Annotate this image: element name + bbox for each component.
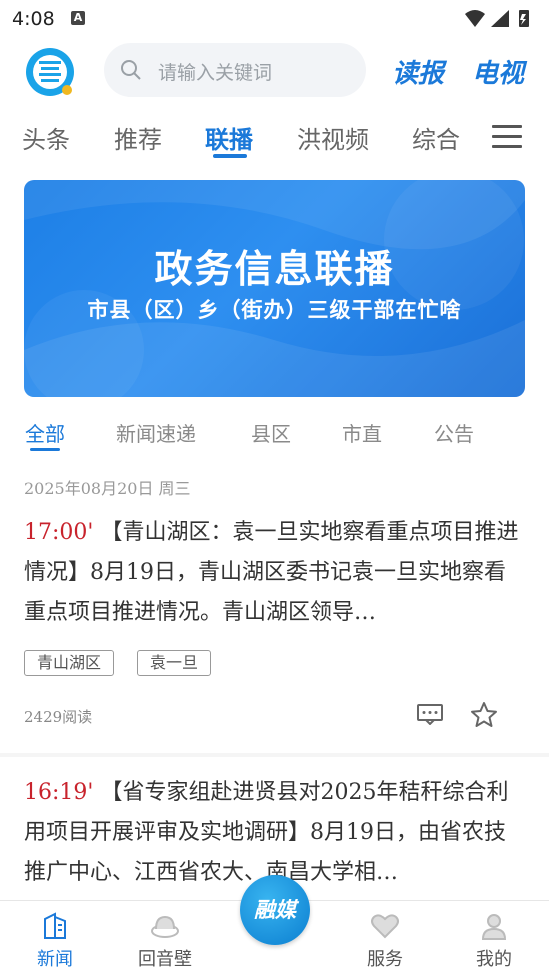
media-center-button[interactable]: 融媒: [240, 875, 310, 945]
news-time: 17:00': [24, 520, 94, 545]
news-card[interactable]: 2025年08月20日 周三 17:00' 【青山湖区：袁一旦实地察看重点项目推…: [0, 455, 549, 753]
bottom-navigation: 新闻 回音壁 融媒 服务 我的: [0, 875, 549, 977]
active-tab-indicator: [213, 154, 247, 158]
search-bar[interactable]: 请输入关键词: [104, 43, 366, 97]
subtab-all[interactable]: 全部: [25, 418, 65, 447]
echo-wall-icon: [151, 915, 179, 938]
user-icon: [481, 914, 507, 940]
notification-icon: A: [71, 11, 85, 25]
search-placeholder: 请输入关键词: [158, 62, 273, 84]
nav-label: 服务: [367, 949, 403, 970]
nav-label: 回音壁: [138, 949, 192, 970]
nav-mine[interactable]: 我的: [449, 901, 539, 977]
news-tag[interactable]: 袁一旦: [137, 650, 212, 676]
status-time: 4:08: [12, 8, 55, 30]
nav-news[interactable]: 新闻: [10, 901, 100, 977]
comment-icon[interactable]: [416, 703, 444, 725]
channel-tabs: 头条 推荐 联播 洪视频 综合: [0, 110, 549, 162]
menu-icon[interactable]: [492, 125, 522, 149]
tab-hong-video[interactable]: 洪视频: [297, 120, 369, 155]
tab-recommend[interactable]: 推荐: [114, 120, 162, 155]
tv-button[interactable]: 电视: [472, 53, 524, 90]
news-tag[interactable]: 青山湖区: [24, 650, 115, 676]
status-bar: 4:08 A: [0, 0, 549, 38]
tab-general[interactable]: 综合: [412, 120, 460, 155]
favorite-star-icon[interactable]: [470, 701, 498, 729]
news-body[interactable]: 17:00' 【青山湖区：袁一旦实地察看重点项目推进情况】8月19日，青山湖区委…: [24, 513, 524, 633]
app-logo[interactable]: [24, 46, 76, 98]
news-text: 【省专家组赴进贤县对2025年秸秆综合利用项目开展评审及实地调研】8月19日，由…: [24, 780, 509, 885]
feed-date: 2025年08月20日 周三: [24, 479, 191, 498]
nav-echo-wall[interactable]: 回音壁: [120, 901, 210, 977]
subtab-news-express[interactable]: 新闻速递: [116, 418, 196, 447]
sub-tabs: 全部 新闻速递 县区 市直 公告: [0, 412, 549, 454]
read-count: 2429阅读: [24, 708, 93, 726]
subtab-notices[interactable]: 公告: [434, 418, 474, 447]
subtab-counties[interactable]: 县区: [251, 418, 291, 447]
app-header: 请输入关键词 读报 电视: [0, 38, 549, 108]
signal-icon: [491, 10, 509, 27]
subtab-city-depts[interactable]: 市直: [342, 418, 382, 447]
wifi-icon: [465, 10, 485, 27]
heart-icon: [371, 914, 399, 939]
active-subtab-indicator: [30, 448, 60, 451]
nav-label: 新闻: [37, 949, 73, 970]
banner[interactable]: 政务信息联播 市县（区）乡（街办）三级干部在忙啥: [24, 180, 525, 397]
banner-title: 政务信息联播: [154, 247, 395, 291]
battery-icon: [519, 10, 529, 27]
nav-label: 我的: [476, 949, 512, 970]
news-feed: 2025年08月20日 周三 17:00' 【青山湖区：袁一旦实地察看重点项目推…: [0, 455, 549, 900]
news-time: 16:19': [24, 780, 94, 805]
system-status-icons: [465, 10, 529, 27]
banner-subtitle: 市县（区）乡（街办）三级干部在忙啥: [87, 298, 462, 322]
tab-lianbo[interactable]: 联播: [205, 120, 253, 155]
read-paper-button[interactable]: 读报: [392, 53, 444, 90]
news-text: 【青山湖区：袁一旦实地察看重点项目推进情况】8月19日，青山湖区委书记袁一旦实地…: [24, 520, 519, 625]
nav-services[interactable]: 服务: [340, 901, 430, 977]
tab-headlines[interactable]: 头条: [22, 120, 70, 155]
search-icon: [121, 60, 141, 80]
news-nav-icon: [44, 912, 66, 939]
